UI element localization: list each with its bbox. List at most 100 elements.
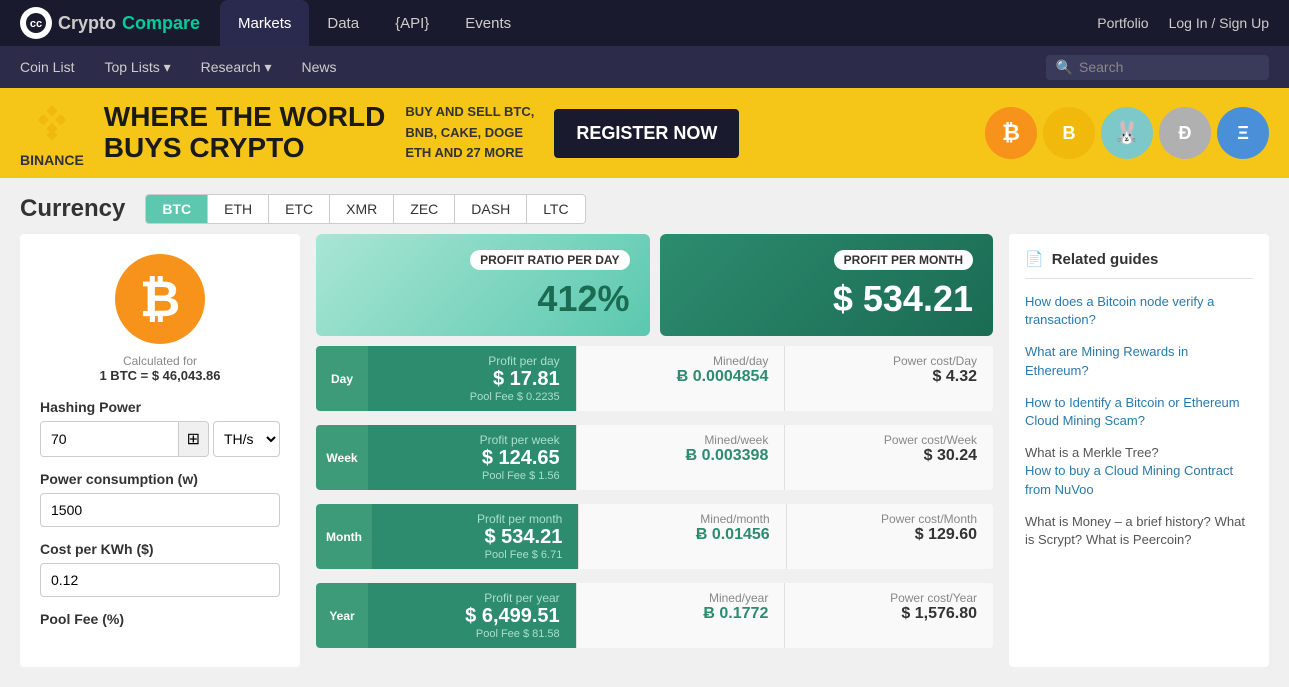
banner-sub: BUY AND SELL BTC,BNB, CAKE, DOGEETH AND … (405, 102, 534, 164)
related-link-1[interactable]: What are Mining Rewards in Ethereum? (1025, 343, 1253, 379)
tab-ltc[interactable]: LTC (527, 195, 584, 223)
related-guides-title: Related guides (1052, 251, 1159, 268)
profit-month-label: PROFIT PER MONTH (834, 250, 973, 270)
tab-zec[interactable]: ZEC (394, 195, 455, 223)
row-month-mined-label: Mined/month (700, 512, 769, 526)
nav-top-lists[interactable]: Top Lists ▾ (104, 59, 170, 76)
center-panel: PROFIT RATIO PER DAY 412% PROFIT PER MON… (316, 234, 993, 667)
binance-brand: BINANCE (20, 152, 84, 168)
coin-rabbit: 🐰 (1101, 107, 1153, 159)
profit-day-card: PROFIT RATIO PER DAY 412% (316, 234, 650, 336)
tab-dash[interactable]: DASH (455, 195, 527, 223)
tab-etc[interactable]: ETC (269, 195, 330, 223)
row-month-mined-value: Ƀ 0.01456 (696, 526, 770, 544)
nav-markets[interactable]: Markets (220, 0, 309, 46)
content-row: ₿ Calculated for 1 BTC = $ 46,043.86 Has… (20, 234, 1269, 667)
currency-title: Currency (20, 195, 125, 223)
row-month-power-label: Power cost/Month (881, 512, 977, 526)
logo-icon: cc (20, 7, 52, 39)
profit-day-label: PROFIT RATIO PER DAY (470, 250, 629, 270)
nav-data[interactable]: Data (309, 0, 377, 46)
banner-logo: BINANCE (20, 98, 84, 168)
row-month-period: Month (316, 504, 372, 569)
related-link-0[interactable]: How does a Bitcoin node verify a transac… (1025, 293, 1253, 329)
row-month-profit-label: Profit per month (477, 512, 562, 526)
btc-symbol: ₿ (140, 270, 181, 328)
svg-text:cc: cc (30, 18, 42, 30)
coin-d: Ð (1159, 107, 1211, 159)
cost-kwh-group: Cost per KWh ($) (40, 541, 280, 597)
row-year-main: Profit per year $ 6,499.51 Pool Fee $ 81… (368, 583, 576, 648)
data-row-year: Year Profit per year $ 6,499.51 Pool Fee… (316, 583, 993, 648)
power-consumption-input[interactable] (40, 493, 280, 527)
hashing-power-input-wrapper: ⊞ (40, 421, 209, 457)
row-day-power-label: Power cost/Day (893, 354, 977, 368)
nav-research[interactable]: Research ▾ (201, 59, 272, 76)
row-day-mined-value: Ƀ 0.0004854 (677, 368, 769, 386)
row-week-power-value: $ 30.24 (924, 447, 977, 465)
coin-bnb: B (1043, 107, 1095, 159)
row-year-power-value: $ 1,576.80 (901, 605, 977, 623)
data-row-month: Month Profit per month $ 534.21 Pool Fee… (316, 504, 993, 569)
related-text-3: What is a Merkle Tree? (1025, 445, 1159, 460)
data-row-week: Week Profit per week $ 124.65 Pool Fee $… (316, 425, 993, 490)
row-week-mined-label: Mined/week (704, 433, 768, 447)
register-button[interactable]: REGISTER NOW (554, 109, 739, 158)
tab-btc[interactable]: BTC (146, 195, 208, 223)
row-day-power: Power cost/Day $ 4.32 (784, 346, 993, 411)
row-year-period: Year (316, 583, 368, 648)
hashing-power-label: Hashing Power (40, 399, 280, 415)
row-year-profit-label: Profit per year (484, 591, 559, 605)
hashing-unit-select[interactable]: TH/s GH/s MH/s (213, 421, 280, 457)
main-content: Currency BTC ETH ETC XMR ZEC DASH LTC ₿ … (0, 178, 1289, 687)
nav-news[interactable]: News (301, 59, 336, 75)
related-link-4[interactable]: How to buy a Cloud Mining Contract from … (1025, 462, 1253, 498)
row-month-mined: Mined/month Ƀ 0.01456 (578, 504, 785, 569)
row-month-profit-value: $ 534.21 (484, 526, 562, 549)
search-icon: 🔍 (1056, 59, 1073, 76)
row-week-profit-label: Profit per week (480, 433, 560, 447)
top-navbar: cc Crypto Compare Markets Data {API} Even… (0, 0, 1289, 46)
row-week-mined: Mined/week Ƀ 0.003398 (576, 425, 785, 490)
profit-day-value: 412% (537, 278, 629, 320)
nav-events[interactable]: Events (447, 0, 529, 46)
nav-api[interactable]: {API} (377, 0, 447, 46)
row-year-mined: Mined/year Ƀ 0.1772 (576, 583, 785, 648)
calc-rate: 1 BTC = $ 46,043.86 (99, 368, 220, 383)
power-consumption-label: Power consumption (w) (40, 471, 280, 487)
row-day-period: Day (316, 346, 368, 411)
row-week-mined-value: Ƀ 0.003398 (686, 447, 769, 465)
row-week-profit-value: $ 124.65 (482, 447, 560, 470)
login-link[interactable]: Log In / Sign Up (1169, 15, 1269, 31)
logo-text-crypto: Crypto (58, 13, 116, 34)
tab-xmr[interactable]: XMR (330, 195, 394, 223)
pool-fee-group: Pool Fee (%) (40, 611, 280, 633)
binance-icon (27, 98, 77, 148)
row-day-mined: Mined/day Ƀ 0.0004854 (576, 346, 785, 411)
cost-kwh-input[interactable] (40, 563, 280, 597)
row-month-main: Profit per month $ 534.21 Pool Fee $ 6.7… (372, 504, 578, 569)
tab-eth[interactable]: ETH (208, 195, 269, 223)
logo-text-compare: Compare (122, 13, 200, 34)
coin-btc: ₿ (985, 107, 1037, 159)
top-nav-right: Portfolio Log In / Sign Up (1097, 15, 1269, 31)
search-box[interactable]: 🔍 (1046, 55, 1269, 80)
search-input[interactable] (1079, 59, 1259, 75)
right-panel: 📄 Related guides How does a Bitcoin node… (1009, 234, 1269, 667)
related-link-2[interactable]: How to Identify a Bitcoin or Ethereum Cl… (1025, 394, 1253, 430)
hashing-power-input[interactable] (41, 422, 178, 456)
profit-month-card: PROFIT PER MONTH $ 534.21 (660, 234, 994, 336)
row-month-power-value: $ 129.60 (915, 526, 977, 544)
related-header: 📄 Related guides (1025, 250, 1253, 279)
row-day-main: Profit per day $ 17.81 Pool Fee $ 0.2235 (368, 346, 576, 411)
related-guides-icon: 📄 (1025, 250, 1044, 268)
profit-month-value: $ 534.21 (833, 278, 973, 320)
hashing-power-group: Hashing Power ⊞ TH/s GH/s MH/s (40, 399, 280, 457)
related-text-7: What is Peercoin? (1086, 532, 1192, 547)
row-year-pool-fee: Pool Fee $ 81.58 (476, 628, 560, 640)
hashing-power-stepper[interactable]: ⊞ (178, 422, 208, 456)
related-text-5: What is Money – a brief history? (1025, 514, 1211, 529)
portfolio-link[interactable]: Portfolio (1097, 15, 1148, 31)
currency-tabs: BTC ETH ETC XMR ZEC DASH LTC (145, 194, 585, 224)
nav-coin-list[interactable]: Coin List (20, 59, 74, 75)
